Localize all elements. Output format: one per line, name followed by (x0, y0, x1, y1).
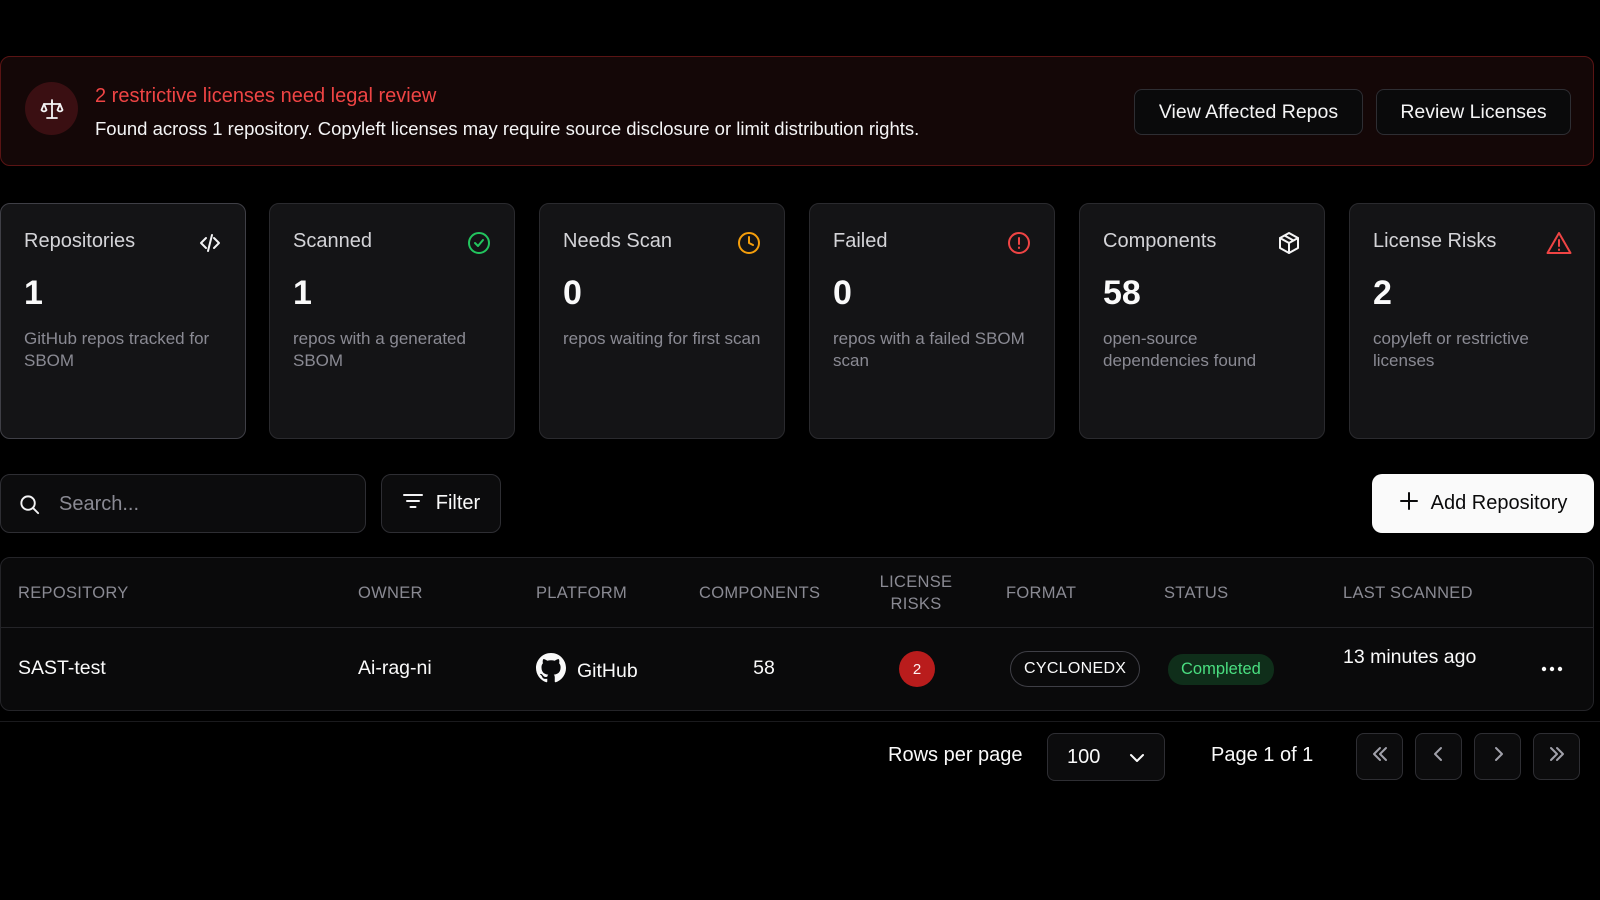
chevrons-left-icon (1371, 746, 1389, 767)
stat-card-value: 0 (563, 274, 582, 312)
previous-page-button[interactable] (1415, 733, 1462, 780)
alert-title: 2 restrictive licenses need legal review (95, 85, 437, 107)
stat-card-value: 58 (1103, 274, 1141, 312)
search-box (0, 474, 366, 533)
column-header-platform[interactable]: PLATFORM (536, 582, 627, 604)
rows-per-page-select[interactable]: 100 (1047, 733, 1165, 781)
chevron-right-icon (1492, 746, 1504, 767)
stat-card-needs-scan: Needs Scan 0 repos waiting for first sca… (539, 203, 785, 439)
stat-card-description: GitHub repos tracked for SBOM (24, 329, 210, 370)
search-icon (18, 493, 41, 521)
stat-card-license-risks: License Risks 2 copyleft or restrictive … (1349, 203, 1595, 439)
page-info: Page 1 of 1 (1211, 744, 1314, 766)
alert-circle-icon (1006, 230, 1032, 256)
view-affected-repos-button[interactable]: View Affected Repos (1134, 89, 1363, 135)
column-header-license-risks[interactable]: LICENSE RISKS (871, 571, 961, 615)
stat-card-description: copyleft or restrictive licenses (1373, 329, 1529, 370)
add-repository-label: Add Repository (1430, 492, 1568, 514)
chevrons-right-icon (1548, 746, 1566, 767)
components-count: 58 (753, 657, 775, 679)
plus-icon (1399, 491, 1419, 517)
status-badge: Completed (1168, 654, 1274, 685)
clock-icon (736, 230, 762, 256)
column-header-repository[interactable]: REPOSITORY (18, 582, 129, 604)
chevron-down-icon (1129, 746, 1145, 769)
scale-icon (25, 82, 78, 135)
repository-name[interactable]: SAST-test (18, 657, 106, 680)
filter-button[interactable]: Filter (381, 474, 501, 533)
stat-card-title: Components (1103, 230, 1217, 252)
warning-triangle-icon (1546, 230, 1572, 256)
stat-card-title: Repositories (24, 230, 136, 252)
review-licenses-button[interactable]: Review Licenses (1376, 89, 1571, 135)
license-alert-banner: 2 restrictive licenses need legal review… (0, 56, 1594, 166)
stat-card-description: repos with a generated SBOM (293, 329, 466, 370)
stat-card-title: Needs Scan (563, 230, 672, 252)
rows-per-page-label: Rows per page (888, 744, 1023, 766)
stat-card-title: License Risks (1373, 230, 1497, 252)
search-input[interactable] (59, 487, 349, 521)
repositories-table: REPOSITORY OWNER PLATFORM COMPONENTS LIC… (0, 557, 1594, 711)
format-badge: CYCLONEDX (1010, 651, 1141, 687)
check-circle-icon (466, 230, 492, 256)
stat-card-title: Failed (833, 230, 888, 252)
last-page-button[interactable] (1533, 733, 1580, 780)
stat-card-description: open-source dependencies found (1103, 329, 1257, 370)
more-options-icon[interactable] (1539, 658, 1565, 680)
row-divider (1, 627, 1593, 628)
last-scanned: 13 minutes ago (1343, 646, 1477, 668)
stat-card-description: repos waiting for first scan (563, 329, 761, 348)
stat-card-failed: Failed 0 repos with a failed SBOM scan (809, 203, 1055, 439)
column-header-components[interactable]: COMPONENTS (699, 582, 820, 604)
repository-platform: GitHub (536, 653, 638, 689)
stat-card-components: Components 58 open-source dependencies f… (1079, 203, 1325, 439)
column-header-format[interactable]: FORMAT (1006, 582, 1076, 604)
next-page-button[interactable] (1474, 733, 1521, 780)
stat-card-repositories: Repositories 1 GitHub repos tracked for … (0, 203, 246, 439)
code-icon (197, 230, 223, 256)
license-risks-badge: 2 (899, 651, 935, 687)
alert-description: Found across 1 repository. Copyleft lice… (95, 118, 920, 139)
stat-card-title: Scanned (293, 230, 372, 252)
filter-label: Filter (435, 492, 481, 514)
stat-card-scanned: Scanned 1 repos with a generated SBOM (269, 203, 515, 439)
package-icon (1276, 230, 1302, 256)
github-icon (536, 653, 566, 689)
chevron-left-icon (1433, 746, 1445, 767)
divider (0, 721, 1600, 722)
stat-card-value: 0 (833, 274, 852, 312)
first-page-button[interactable] (1356, 733, 1403, 780)
stat-card-description: repos with a failed SBOM scan (833, 329, 1025, 370)
add-repository-button[interactable]: Add Repository (1372, 474, 1594, 533)
column-header-owner[interactable]: OWNER (358, 582, 423, 604)
stat-card-value: 2 (1373, 274, 1392, 312)
platform-label: GitHub (577, 659, 638, 682)
column-header-status[interactable]: STATUS (1164, 582, 1228, 604)
column-header-last-scanned[interactable]: LAST SCANNED (1343, 582, 1473, 604)
stat-card-value: 1 (293, 274, 312, 312)
stat-card-value: 1 (24, 274, 43, 312)
repository-owner: Ai-rag-ni (358, 657, 432, 679)
filter-icon (402, 492, 424, 516)
rows-per-page-value: 100 (1067, 745, 1101, 768)
